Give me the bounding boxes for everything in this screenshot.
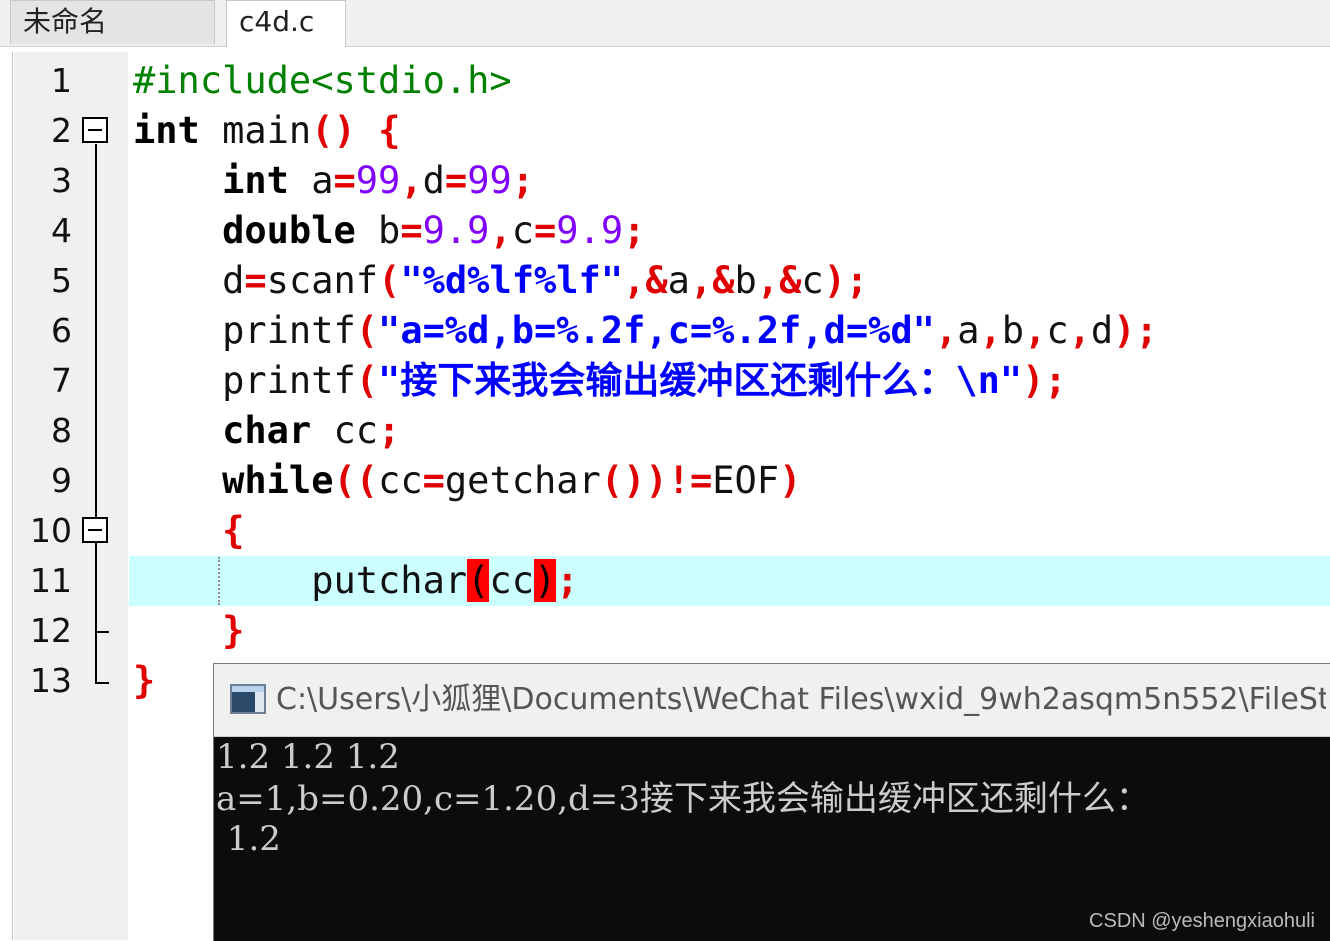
line-number: 3 <box>51 161 72 200</box>
code-line-12: } <box>222 609 245 652</box>
code-line-13: } <box>133 659 156 702</box>
console-output-line: 1.2 <box>216 819 281 859</box>
code-line-1: #include<stdio.h> <box>133 59 512 102</box>
code-line-10: { <box>222 509 245 552</box>
console-window[interactable]: C:\Users\小狐狸\Documents\WeChat Files\wxid… <box>213 663 1330 941</box>
code-line-2: int main() { <box>133 109 401 152</box>
line-number: 4 <box>51 211 72 250</box>
line-number: 9 <box>51 461 72 500</box>
line-number: 11 <box>30 561 72 600</box>
fold-toggle-icon[interactable] <box>82 117 108 143</box>
console-title: C:\Users\小狐狸\Documents\WeChat Files\wxid… <box>276 682 1326 717</box>
watermark: CSDN @yeshengxiaohuli <box>1089 910 1315 932</box>
line-number: 5 <box>51 261 72 300</box>
fold-end-tick <box>95 682 109 684</box>
code-line-11: putchar(cc); <box>133 559 579 602</box>
console-titlebar[interactable]: C:\Users\小狐狸\Documents\WeChat Files\wxid… <box>214 664 1330 737</box>
fold-end-tick <box>95 631 109 633</box>
line-number: 10 <box>30 511 72 550</box>
tab-untitled11[interactable]: 未命名11.cpp <box>10 0 215 80</box>
code-line-3: int a=99,d=99; <box>222 159 535 202</box>
line-number: 6 <box>51 311 72 350</box>
fold-guide-outer <box>95 144 97 684</box>
console-app-icon <box>230 684 266 714</box>
line-number: 7 <box>51 361 72 400</box>
line-number: 12 <box>30 611 72 650</box>
console-output-line: a=1,b=0.20,c=1.20,d=3接下来我会输出缓冲区还剩什么： <box>216 779 1150 819</box>
code-line-9: while((cc=getchar())!=EOF) <box>222 459 802 502</box>
fold-toggle-icon[interactable] <box>82 517 108 543</box>
code-line-6: printf("a=%d,b=%.2f,c=%.2f,d=%d",a,b,c,d… <box>133 309 1158 352</box>
code-line-7: printf("接下来我会输出缓冲区还剩什么：\n"); <box>133 359 1067 402</box>
console-output-line: 1.2 1.2 1.2 <box>216 737 400 777</box>
line-number: 8 <box>51 411 72 450</box>
code-line-8: char cc; <box>222 409 401 452</box>
code-line-4: double b=9.9,c=9.9; <box>222 209 646 252</box>
line-number: 13 <box>30 661 72 700</box>
line-number: 2 <box>51 111 72 150</box>
tab-bar: 未命名11.cpp c4d.c <box>0 0 1330 80</box>
line-number: 1 <box>51 61 72 100</box>
tab-c4d[interactable]: c4d.c <box>226 0 346 47</box>
code-line-5: d=scanf("%d%lf%lf",&a,&b,&c); <box>133 259 869 302</box>
